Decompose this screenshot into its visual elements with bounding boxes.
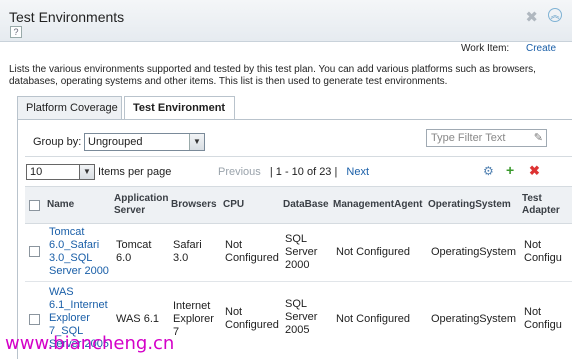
operating-system-cell: OperatingSystem: [431, 313, 516, 325]
column-header-cpu[interactable]: CPU: [223, 199, 244, 211]
database-cell: SQL Server 2005: [285, 298, 318, 336]
tab-platform-coverage[interactable]: Platform Coverage: [17, 96, 122, 119]
panel-header: Test Environments ? ✖ ︽: [0, 0, 572, 42]
tab-test-environment[interactable]: Test Environment: [124, 96, 235, 120]
close-icon[interactable]: ✖: [525, 8, 538, 26]
browsers-cell: Internet Explorer 7: [173, 300, 214, 338]
help-icon[interactable]: ?: [10, 26, 22, 38]
test-adapter-cell: Not Configu: [524, 306, 562, 331]
column-header-browsers[interactable]: Browsers: [171, 199, 217, 211]
column-header-database[interactable]: DataBase: [283, 199, 329, 211]
items-per-page-label: Items per page: [98, 166, 172, 178]
column-header-name[interactable]: Name: [47, 199, 74, 211]
cpu-cell: Not Configured: [225, 306, 279, 331]
page-title: Test Environments: [9, 9, 125, 25]
configure-icon[interactable]: ⚙: [483, 164, 494, 178]
table-header: Name Application Server Browsers CPU Dat…: [25, 186, 572, 224]
section-description: Lists the various environments supported…: [9, 64, 536, 87]
chevron-down-icon[interactable]: ▼: [79, 165, 94, 179]
clear-filter-icon[interactable]: ✎: [534, 131, 543, 144]
group-by-value: Ungrouped: [88, 136, 143, 148]
management-agent-cell: Not Configured: [336, 313, 410, 325]
filter-input[interactable]: Type Filter Text ✎: [426, 129, 547, 147]
select-all-checkbox[interactable]: [29, 200, 40, 211]
create-link[interactable]: Create: [526, 43, 556, 54]
cpu-cell: Not Configured: [225, 239, 279, 264]
environment-name-link[interactable]: Tomcat 6.0_Safari 3.0_SQL Server 2000: [49, 226, 111, 278]
column-header-application-server[interactable]: Application Server: [114, 193, 168, 217]
test-adapter-cell: Not Configu: [524, 239, 562, 264]
column-header-test-adapter[interactable]: Test Adapter: [522, 193, 570, 217]
chevron-down-icon[interactable]: ▼: [189, 134, 204, 150]
items-per-page-value: 10: [30, 166, 43, 178]
database-cell: SQL Server 2000: [285, 233, 318, 271]
watermark-text: www.biancheng.cn: [5, 333, 175, 354]
operating-system-cell: OperatingSystem: [431, 246, 516, 258]
previous-page-link[interactable]: Previous: [218, 166, 261, 178]
row-checkbox[interactable]: [29, 314, 40, 325]
app-server-cell: Tomcat 6.0: [116, 239, 152, 264]
column-header-management-agent[interactable]: ManagementAgent: [333, 199, 422, 211]
divider: [25, 156, 572, 157]
delete-icon[interactable]: ✖: [529, 163, 540, 179]
group-by-select[interactable]: Ungrouped ▼: [84, 133, 205, 151]
page-range: | 1 - 10 of 23 |: [269, 166, 338, 178]
work-item-label: Work Item:: [461, 43, 510, 54]
group-by-label: Group by:: [33, 136, 82, 148]
collapse-icon[interactable]: ︽: [548, 8, 562, 22]
management-agent-cell: Not Configured: [336, 246, 410, 258]
pager: Previous | 1 - 10 of 23 | Next: [218, 166, 369, 178]
column-header-operating-system[interactable]: OperatingSystem: [428, 199, 511, 211]
row-checkbox[interactable]: [29, 246, 40, 257]
app-server-cell: WAS 6.1: [116, 313, 159, 325]
browsers-cell: Safari 3.0: [173, 239, 202, 264]
items-per-page-select[interactable]: 10 ▼: [26, 164, 95, 180]
next-page-link[interactable]: Next: [346, 166, 369, 178]
table-row[interactable]: Tomcat 6.0_Safari 3.0_SQL Server 2000 To…: [25, 224, 572, 282]
work-item-bar: Work Item: Create: [461, 43, 556, 54]
add-icon[interactable]: +: [506, 162, 514, 178]
filter-placeholder: Type Filter Text: [431, 132, 506, 144]
